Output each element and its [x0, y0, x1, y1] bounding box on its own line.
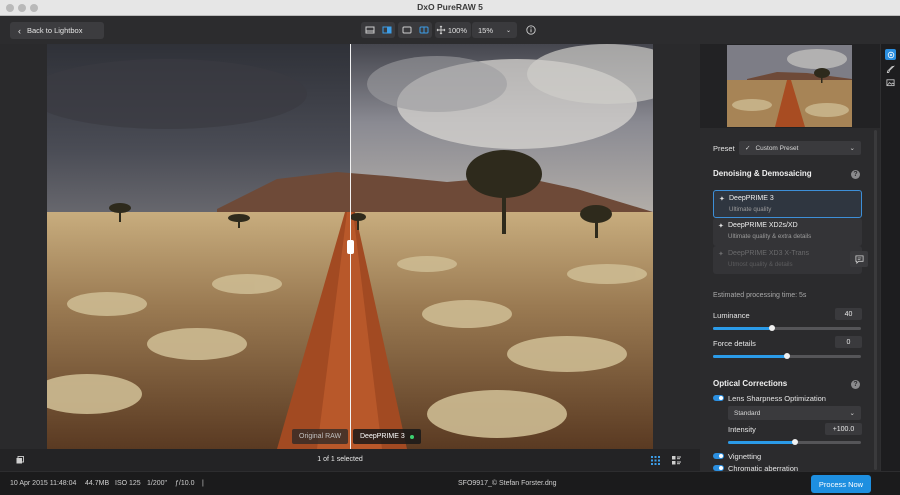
note-icon — [854, 254, 864, 264]
engine-title: DeepPRIME 3 — [729, 195, 774, 202]
engine-subtitle: Utmost quality & details — [728, 261, 793, 268]
thumbnail-preview[interactable] — [727, 45, 852, 127]
zoom-group: 100% — [435, 22, 471, 38]
intensity-slider-fill — [728, 441, 795, 444]
intensity-label: Intensity — [728, 425, 756, 434]
chevron-down-icon: ⌄ — [849, 410, 855, 417]
single-view-icon[interactable] — [361, 22, 378, 38]
note-button[interactable] — [850, 251, 868, 267]
luminance-value-field[interactable]: 40 — [835, 308, 862, 320]
chevron-down-icon: ⌄ — [505, 27, 511, 34]
settings-panel: Preset ✓ Custom Preset ⌄ Denoising & Demo… — [700, 44, 880, 473]
sparkle-icon: ✦ — [719, 196, 725, 203]
preset-select[interactable]: ✓ Custom Preset ⌄ — [739, 141, 861, 155]
selection-count: 1 of 1 selected — [317, 456, 363, 463]
lens-sharpness-label: Lens Sharpness Optimization — [728, 394, 826, 403]
image-viewer: Original RAW DeepPRIME 3 — [0, 44, 700, 471]
force-details-slider-knob[interactable] — [784, 353, 790, 359]
file-name: SFO9917_© Stefan Forster.dng — [458, 480, 557, 487]
info-icon[interactable] — [526, 25, 536, 35]
view-mode-group — [361, 22, 395, 38]
denoise-section-title: Denoising & Demosaicing — [713, 169, 812, 178]
force-details-slider[interactable] — [713, 353, 861, 359]
grid-view-icon[interactable] — [651, 456, 660, 465]
original-raw-label: Original RAW — [292, 429, 349, 444]
denoise-tool-icon[interactable] — [885, 49, 896, 60]
zoom-level-value: 15% — [478, 25, 494, 35]
status-separator: | — [202, 480, 204, 487]
window-title: DxO PureRAW 5 — [417, 2, 483, 12]
luminance-label: Luminance — [713, 311, 750, 320]
file-size: 44.7MB — [85, 480, 110, 487]
preview-area — [700, 44, 880, 128]
luminance-slider[interactable] — [713, 325, 861, 331]
top-toolbar: ‹ Back to Lightbox 100% 15% ⌄ — [0, 16, 900, 44]
process-now-button[interactable]: Process Now — [811, 475, 871, 493]
list-view-icon[interactable] — [672, 456, 681, 465]
status-dot-icon — [409, 434, 414, 439]
processed-label-text: DeepPRIME 3 — [360, 433, 405, 440]
status-bar: 10 Apr 2015 11:48:04 44.7MB ISO 125 1/20… — [0, 471, 900, 495]
lens-mode-select[interactable]: Standard ⌄ — [728, 406, 861, 420]
zoom-100-button[interactable]: 100% — [447, 26, 471, 35]
lens-mode-value: Standard — [734, 409, 761, 417]
filmstrip-bar: 1 of 1 selected — [0, 449, 700, 471]
sparkle-icon: ✦ — [718, 223, 724, 230]
chevron-down-icon: ⌄ — [849, 145, 855, 152]
preset-select-text: ✓ Custom Preset — [745, 144, 798, 152]
vignetting-label: Vignetting — [728, 452, 762, 461]
force-details-label: Force details — [713, 339, 756, 348]
split-view-icon[interactable] — [378, 22, 395, 38]
compare-icon[interactable] — [415, 22, 432, 38]
preset-label: Preset — [713, 144, 735, 153]
window-titlebar: DxO PureRAW 5 — [0, 0, 900, 16]
engine-title: DeepPRIME XD2s/XD — [728, 222, 798, 229]
back-button-label: Back to Lightbox — [27, 26, 83, 35]
shutter-speed: 1/200" — [147, 480, 168, 487]
intensity-value-field[interactable]: +100.0 — [825, 423, 862, 435]
help-icon[interactable]: ? — [851, 380, 860, 389]
aperture: ƒ/10.0 — [175, 480, 195, 487]
estimated-time: Estimated processing time: 5s — [713, 292, 807, 299]
force-details-value-field[interactable]: 0 — [835, 336, 862, 348]
photo-compare[interactable]: Original RAW DeepPRIME 3 — [47, 44, 653, 449]
compare-mode-group — [398, 22, 432, 38]
lens-sharpness-toggle[interactable] — [713, 395, 724, 401]
back-to-lightbox-button[interactable]: ‹ Back to Lightbox — [10, 22, 104, 39]
engine-option-deepprime-xd2s[interactable]: ✦ DeepPRIME XD2s/XD Ultimate quality & e… — [713, 218, 862, 246]
capture-date: 10 Apr 2015 11:48:04 — [10, 480, 77, 487]
intensity-slider-knob[interactable] — [791, 439, 798, 445]
engine-subtitle: Ultimate quality — [729, 206, 772, 213]
processed-label: DeepPRIME 3 — [353, 429, 421, 444]
chevron-left-icon: ‹ — [18, 25, 21, 36]
help-icon[interactable]: ? — [851, 170, 860, 179]
luminance-slider-fill — [713, 327, 773, 330]
pan-icon[interactable] — [435, 22, 447, 38]
tool-strip — [880, 44, 900, 471]
brush-tool-icon[interactable] — [885, 64, 896, 75]
engine-option-deepprime3[interactable]: ✦ DeepPRIME 3 Ultimate quality — [713, 190, 862, 218]
optical-section-title: Optical Corrections — [713, 379, 788, 388]
split-handle[interactable] — [347, 240, 354, 254]
luminance-slider-knob[interactable] — [769, 325, 776, 331]
side-by-side-icon[interactable] — [398, 22, 415, 38]
sparkle-icon: ✦ — [718, 251, 724, 258]
zoom-level-select[interactable]: 15% ⌄ — [472, 22, 517, 38]
check-icon: ✓ — [745, 145, 751, 152]
thumbnail-image — [727, 45, 852, 127]
intensity-slider[interactable] — [728, 439, 861, 445]
preset-value: Custom Preset — [755, 145, 799, 152]
image-tool-icon[interactable] — [885, 77, 896, 88]
engine-option-deepprime-xd3-xtrans[interactable]: ✦ DeepPRIME XD3 X-Trans Utmost quality &… — [713, 246, 868, 274]
engine-subtitle: Ultimate quality & extra details — [728, 233, 812, 240]
panel-scrollbar[interactable] — [874, 130, 877, 470]
engine-title: DeepPRIME XD3 X-Trans — [728, 250, 810, 257]
iso-value: ISO 125 — [115, 480, 141, 487]
force-details-slider-fill — [713, 355, 787, 358]
vignetting-toggle[interactable] — [713, 453, 724, 459]
